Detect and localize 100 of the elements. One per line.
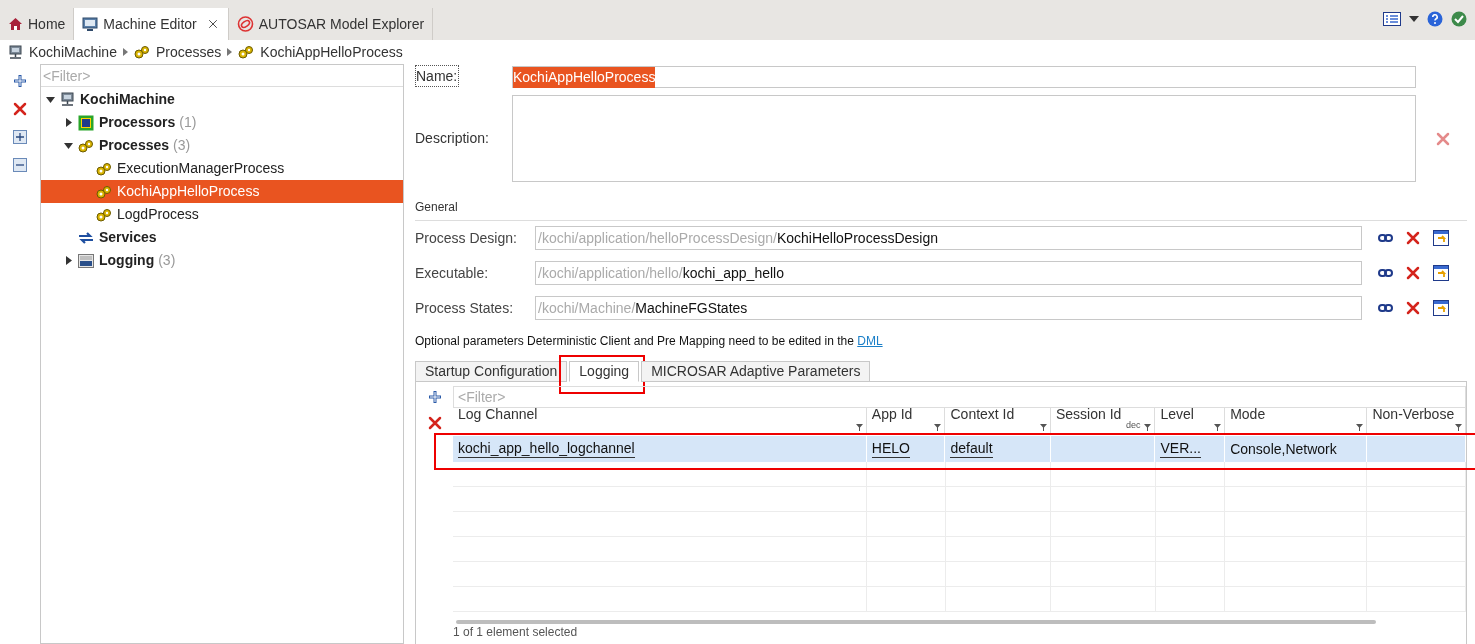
monitor-icon [82,16,99,32]
tab-label: Home [28,14,66,34]
gears-icon [96,184,112,199]
item-count: (3) [173,136,191,155]
computer-icon [8,44,23,60]
checkmark-icon[interactable] [1451,11,1467,27]
tree-label: LogdProcess [117,205,199,224]
chip-icon [78,114,94,131]
dml-link[interactable]: DML [857,334,883,348]
table-cell: default [950,440,993,458]
link-icon[interactable] [1378,233,1393,243]
field-label: Executable: [415,263,490,283]
tree-item[interactable]: Processors (1) [41,111,403,134]
field-label: Process States: [415,298,515,318]
column-header[interactable]: Context Id [945,408,1051,434]
column-header[interactable]: Log Channel [453,408,867,434]
filter-icon[interactable] [934,424,942,431]
filter-icon[interactable] [1214,424,1222,431]
tree-item[interactable]: LogdProcess [41,203,403,226]
tree-label: Logging [99,251,155,270]
tab-label: Machine Editor [103,14,197,34]
section-tab[interactable]: MICROSAR Adaptive Parameters [641,361,871,382]
expand-arrow-icon[interactable] [46,95,55,104]
description-label: Description: [415,129,490,148]
note-text: Optional parameters Deterministic Client and Pre Mapping need to be edited in the DML [415,333,884,350]
gears-icon [78,138,94,153]
breadcrumb-item[interactable]: KochiAppHelloProcess [238,41,403,63]
delete-icon[interactable] [1406,231,1420,245]
tree-label: ExecutionManagerProcess [117,159,285,178]
breadcrumb-item[interactable]: Processes [133,41,222,63]
gears-icon [133,45,150,59]
name-label: Name: [415,65,459,87]
tree-item[interactable]: ExecutionManagerProcess [41,157,403,180]
chevron-icon [122,48,128,56]
table-row[interactable]: kochi_app_hello_logchannel HELO default VER... Console,Network [453,436,1466,462]
column-header[interactable]: Level [1155,408,1226,434]
item-count: (3) [158,251,176,270]
tree-label: KochiMachine [80,90,175,109]
table-cell: kochi_app_hello_logchannel [458,440,635,458]
reference-field[interactable]: /kochi/Machine/MachineFGStates [535,296,1362,320]
tab-label: AUTOSAR Model Explorer [258,14,425,34]
open-window-icon[interactable] [1433,300,1449,316]
description-field[interactable] [512,95,1416,182]
tree-item[interactable]: Services [41,226,403,249]
tree-item[interactable]: Logging (3) [41,249,403,272]
expand-arrow-icon[interactable] [64,141,73,150]
gears-icon [96,161,112,176]
table-cell: VER... [1160,440,1201,458]
reference-field[interactable]: /kochi/application/hello/kochi_app_hello [535,261,1362,285]
column-header[interactable]: App Id [866,408,946,434]
filter-icon[interactable] [1040,424,1047,431]
dropdown-caret-icon[interactable] [1409,16,1419,22]
section-tab[interactable]: Startup Configuration [415,361,568,382]
open-window-icon[interactable] [1433,265,1449,281]
item-count: (1) [179,113,197,132]
add-icon[interactable] [13,74,27,88]
horizontal-scrollbar[interactable] [456,620,1376,624]
filter-icon[interactable] [1144,424,1152,431]
collapse-all-icon[interactable] [13,158,27,172]
column-header[interactable]: Session Id dec [1051,408,1156,434]
breadcrumb-item[interactable]: KochiMachine [8,41,117,63]
column-header[interactable]: Non-Verbose [1367,408,1466,434]
section-tab[interactable]: Logging [569,361,640,382]
home-icon [8,17,23,31]
link-icon[interactable] [1378,303,1393,313]
section-title: General [415,198,1467,221]
help-icon[interactable] [1427,11,1443,27]
swap-arrows-icon [78,230,94,245]
tree-item[interactable]: KochiAppHelloProcess [41,180,403,203]
delete-icon[interactable] [13,102,27,116]
expand-arrow-icon[interactable] [64,256,73,265]
editor-tab[interactable]: Machine Editor [74,8,229,40]
format-hint: dec [1125,418,1141,432]
filter-field[interactable]: <Filter> [41,65,403,87]
tree-label: KochiAppHelloProcess [117,182,260,201]
tree-label: Services [99,228,157,247]
filter-field[interactable]: <Filter> [453,386,1466,408]
gears-icon [96,207,112,222]
tree-item[interactable]: KochiMachine [41,88,403,111]
tree-label: Processes [99,136,170,155]
tree-item[interactable]: Processes (3) [41,134,403,157]
name-field[interactable]: KochiAppHelloProcess [512,66,1416,88]
filter-icon[interactable] [1455,424,1462,431]
open-window-icon[interactable] [1433,230,1449,246]
delete-icon[interactable] [427,416,442,430]
expand-all-icon[interactable] [13,130,27,144]
list-view-icon[interactable] [1383,12,1401,26]
delete-icon[interactable] [1406,301,1420,315]
add-icon[interactable] [427,390,442,404]
filter-icon[interactable] [1356,424,1364,431]
expand-arrow-icon[interactable] [64,118,73,127]
field-label: Process Design: [415,228,518,248]
tree-label: Processors [99,113,176,132]
table-cell: HELO [871,440,910,458]
reference-field[interactable]: /kochi/application/helloProcessDesign/KochiHelloProcessDesign [535,226,1362,250]
column-header[interactable]: Mode [1225,408,1368,434]
link-icon[interactable] [1378,268,1393,278]
filter-icon[interactable] [855,424,863,431]
delete-icon[interactable] [1406,266,1420,280]
status-text: 1 of 1 element selected [453,626,579,638]
